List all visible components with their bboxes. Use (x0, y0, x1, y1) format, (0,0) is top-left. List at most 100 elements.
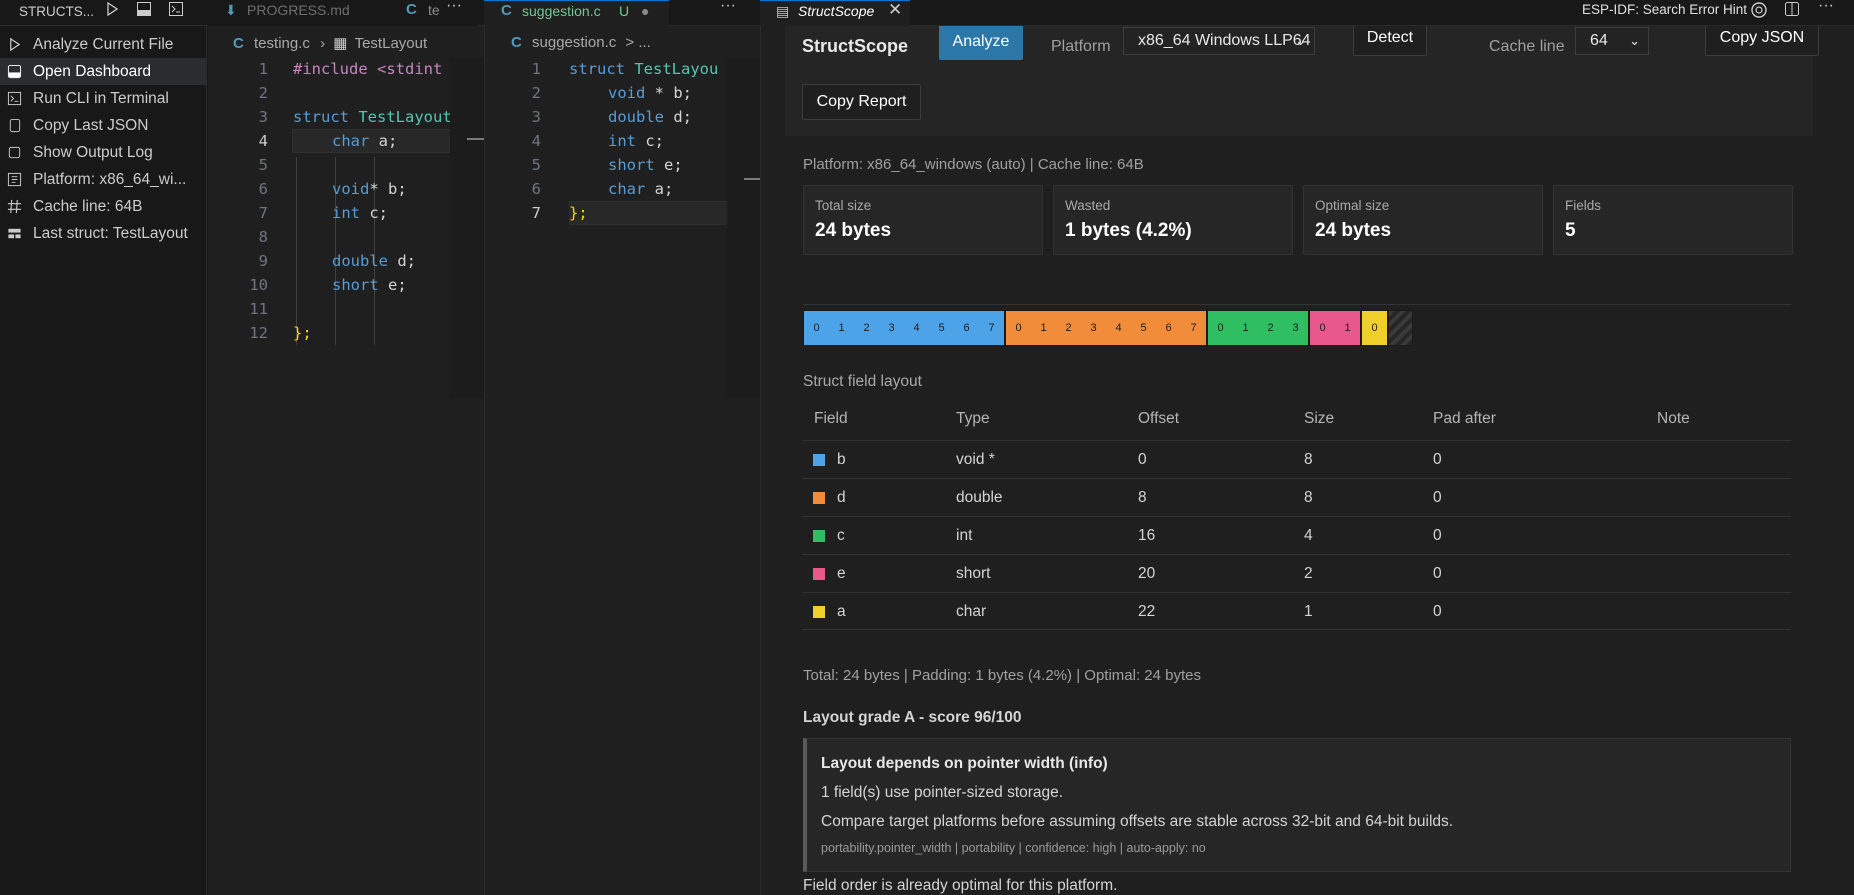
cell-size: 4 (1304, 527, 1313, 544)
panel-icon[interactable] (136, 1, 154, 27)
copy-json-button[interactable]: Copy JSON (1705, 26, 1819, 56)
code-line: char a; (608, 180, 673, 198)
preview-icon: ▤ (776, 3, 790, 19)
cell-size: 1 (1304, 603, 1313, 620)
code-token: TestLayout (358, 108, 452, 126)
chat-icon[interactable] (1750, 1, 1770, 27)
byte-cell: 6 (963, 322, 970, 334)
esp-idf-hint[interactable]: ESP-IDF: Search Error Hint (1582, 0, 1747, 26)
sidebar-item-analyze[interactable]: Analyze Current File (0, 31, 206, 58)
byte-segment-b[interactable]: 0 1 2 3 4 5 6 7 (803, 310, 1005, 346)
breadcrumb-file[interactable]: testing.c (254, 35, 310, 52)
minimap[interactable] (727, 58, 760, 398)
sidebar-item-platform[interactable]: Platform: x86_64_wi... (0, 166, 206, 193)
breadcrumb[interactable]: C testing.c › ▦ TestLayout (233, 34, 427, 54)
code-line: }; (569, 204, 588, 222)
c-file-icon: C (501, 2, 512, 19)
minimap[interactable] (450, 58, 484, 398)
cell-offset: 0 (1138, 451, 1147, 468)
line-number: 2 (258, 84, 268, 102)
sidebar-item-run-cli[interactable]: Run CLI in Terminal (0, 85, 206, 112)
sidebar-item-label: Show Output Log (33, 144, 153, 161)
copy-report-button[interactable]: Copy Report (802, 84, 921, 120)
tab-bar: STRUCTS... ⬇ PROGRESS.md C te ··· C sugg… (0, 0, 1854, 26)
unsaved-dot-icon[interactable]: ● (641, 1, 649, 21)
detect-button[interactable]: Detect (1353, 26, 1427, 56)
cell-type: int (956, 527, 973, 544)
sidebar-item-label: Platform: x86_64_wi... (33, 171, 187, 188)
table-row[interactable]: d double 8 8 0 (803, 478, 1791, 516)
code-line: #include <stdint (293, 60, 443, 78)
terminal-icon[interactable] (168, 1, 186, 27)
run-icon[interactable] (104, 1, 122, 27)
table-row[interactable]: e short 20 2 0 (803, 554, 1791, 592)
column-header-size: Size (1304, 410, 1335, 427)
byte-cell: 3 (1292, 322, 1299, 334)
byte-layout-bar: 01234567 01234567 0123 01 0 (803, 310, 1413, 346)
analyze-button[interactable]: Analyze (939, 26, 1023, 60)
line-number: 3 (531, 108, 541, 126)
line-number: 5 (258, 156, 268, 174)
column-header-pad: Pad after (1433, 410, 1496, 427)
close-icon[interactable]: ✕ (888, 1, 902, 20)
code-token: struct (293, 108, 349, 126)
sidebar-item-dashboard[interactable]: Open Dashboard (0, 58, 206, 85)
line-number: 6 (258, 180, 268, 198)
byte-segment-padding[interactable] (1388, 310, 1413, 346)
editor-testing[interactable]: C testing.c › ▦ TestLayout 1 2 3 4 5 6 7… (208, 26, 484, 895)
finding-title: Layout depends on pointer width (info) (821, 755, 1108, 772)
field-color-swatch (813, 454, 825, 466)
column-header-offset: Offset (1138, 410, 1180, 427)
more-actions-icon[interactable]: ··· (446, 0, 462, 22)
byte-segment-c[interactable]: 0 1 2 3 (1207, 310, 1309, 346)
breadcrumb-symbol[interactable]: TestLayout (355, 35, 428, 52)
byte-cell: 4 (1115, 322, 1122, 334)
breadcrumb-file[interactable]: suggestion.c (532, 34, 616, 51)
code-line: struct TestLayout (293, 108, 452, 126)
breadcrumb[interactable]: C suggestion.c > ... (511, 34, 651, 54)
cache-line-select[interactable]: 64 ⌄ (1575, 27, 1649, 55)
table-row[interactable]: a char 22 1 0 (803, 592, 1791, 630)
line-number: 1 (258, 60, 268, 78)
code-line: void* b; (332, 180, 407, 198)
minimap-marker (467, 138, 484, 140)
table-row[interactable]: c int 16 4 0 (803, 516, 1791, 554)
byte-cell: 0 (813, 322, 820, 334)
more-actions-icon[interactable]: ··· (1818, 0, 1834, 22)
table-row[interactable]: b void * 0 8 0 (803, 440, 1791, 478)
field-color-swatch (813, 606, 825, 618)
tab-progress[interactable]: ⬇ PROGRESS.md (208, 0, 386, 26)
byte-cell: 1 (1040, 322, 1047, 334)
line-number: 4 (258, 132, 268, 150)
byte-segment-a[interactable]: 0 (1361, 310, 1388, 346)
cell-type: char (956, 603, 987, 620)
byte-cell: 6 (1165, 322, 1172, 334)
sidebar-item-copy-json[interactable]: Copy Last JSON (0, 112, 206, 139)
split-editor-icon[interactable] (1784, 1, 1804, 27)
tab-structscope[interactable]: ▤ StructScope ✕ (760, 0, 910, 26)
tab-suggestion[interactable]: C suggestion.c U ● (484, 0, 669, 26)
stat-card-title: Total size (815, 198, 872, 213)
layout-summary: Total: 24 bytes | Padding: 1 bytes (4.2%… (803, 667, 1201, 684)
editor-suggestion[interactable]: C suggestion.c > ... 1 2 3 4 5 6 7 struc… (484, 26, 760, 895)
stat-card-value: 24 bytes (1315, 220, 1392, 241)
sidebar-item-output-log[interactable]: Show Output Log (0, 139, 206, 166)
more-actions-icon[interactable]: ··· (720, 0, 736, 22)
code-token: d; (388, 252, 416, 270)
dashboard-icon (7, 64, 22, 79)
line-number: 6 (531, 180, 541, 198)
cell-pad: 0 (1433, 527, 1442, 544)
breadcrumb-rest[interactable]: > ... (625, 34, 650, 51)
tab-testing[interactable]: C te (386, 0, 478, 26)
code-token: double (608, 108, 664, 126)
platform-select[interactable]: x86_64 Windows LLP64 ⌄ (1123, 27, 1315, 55)
code-line: double d; (608, 108, 692, 126)
minimap-marker (744, 178, 760, 180)
sidebar-item-cache-line[interactable]: Cache line: 64B (0, 193, 206, 220)
byte-segment-d[interactable]: 0 1 2 3 4 5 6 7 (1005, 310, 1207, 346)
cell-pad: 0 (1433, 565, 1442, 582)
code-line: int c; (608, 132, 664, 150)
sidebar-item-last-struct[interactable]: Last struct: TestLayout (0, 220, 206, 247)
byte-segment-e[interactable]: 01 (1309, 310, 1361, 346)
sidebar-item-label: Copy Last JSON (33, 117, 149, 134)
